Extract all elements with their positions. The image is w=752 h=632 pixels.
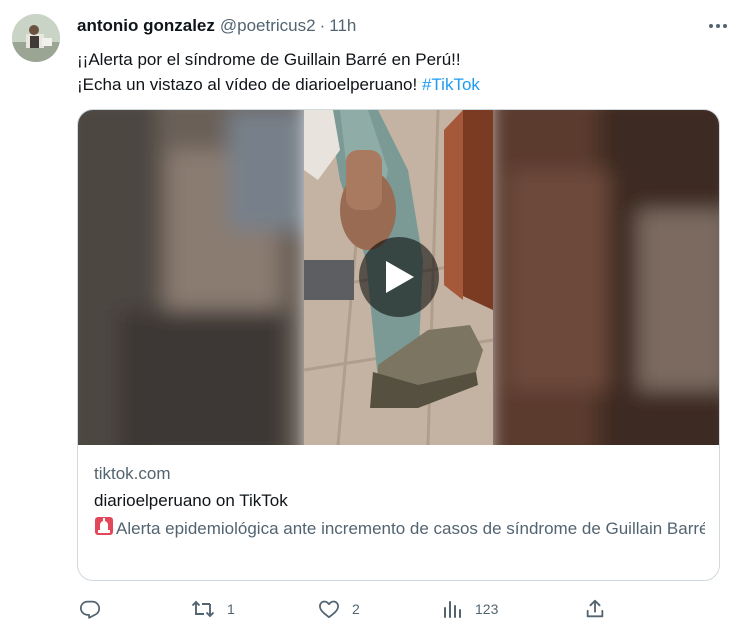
siren-icon <box>94 516 114 544</box>
retweet-button[interactable]: 1 <box>191 596 235 622</box>
like-count: 2 <box>352 601 360 617</box>
hashtag-link[interactable]: #TikTok <box>422 75 480 94</box>
share-icon <box>584 598 606 620</box>
card-description-text: Alerta epidemiológica ante incremento de… <box>116 519 705 538</box>
avatar[interactable] <box>12 14 60 62</box>
author-handle[interactable]: @poetricus2 <box>220 16 316 36</box>
share-button[interactable] <box>584 596 606 622</box>
card-description: Alerta epidemiológica ante incremento de… <box>94 515 705 544</box>
views-button[interactable]: 123 <box>443 596 498 622</box>
reply-button[interactable] <box>79 596 101 622</box>
card-title: diarioelperuano on TikTok <box>94 491 288 510</box>
tweet-text-line-2-prefix: ¡Echa un vistazo al vídeo de diarioelper… <box>77 75 422 94</box>
link-card[interactable]: tiktok.com diarioelperuano on TikTok Ale… <box>77 109 720 581</box>
more-icon[interactable] <box>706 16 730 36</box>
tweet-header: antonio gonzalez @poetricus2 · 11h <box>77 14 722 38</box>
tweet-text-line-2: ¡Echa un vistazo al vídeo de diarioelper… <box>77 72 717 97</box>
views-count: 123 <box>475 601 499 617</box>
separator: · <box>319 16 326 35</box>
tweet-text-line-1: ¡¡Alerta por el síndrome de Guillain Bar… <box>77 50 461 69</box>
like-button[interactable]: 2 <box>318 596 360 622</box>
like-icon <box>318 599 340 619</box>
tweet-text: ¡¡Alerta por el síndrome de Guillain Bar… <box>77 47 717 97</box>
retweet-icon <box>191 598 215 620</box>
action-bar: 1 2 123 <box>77 596 617 622</box>
play-icon[interactable] <box>359 237 439 317</box>
views-icon <box>443 599 463 619</box>
reply-icon <box>79 598 101 620</box>
card-domain: tiktok.com <box>94 464 171 483</box>
author-name[interactable]: antonio gonzalez <box>77 16 215 36</box>
retweet-count: 1 <box>227 601 235 617</box>
card-body: tiktok.com diarioelperuano on TikTok Ale… <box>94 462 705 544</box>
timestamp[interactable]: 11h <box>329 16 356 36</box>
video-thumbnail[interactable] <box>78 110 719 445</box>
